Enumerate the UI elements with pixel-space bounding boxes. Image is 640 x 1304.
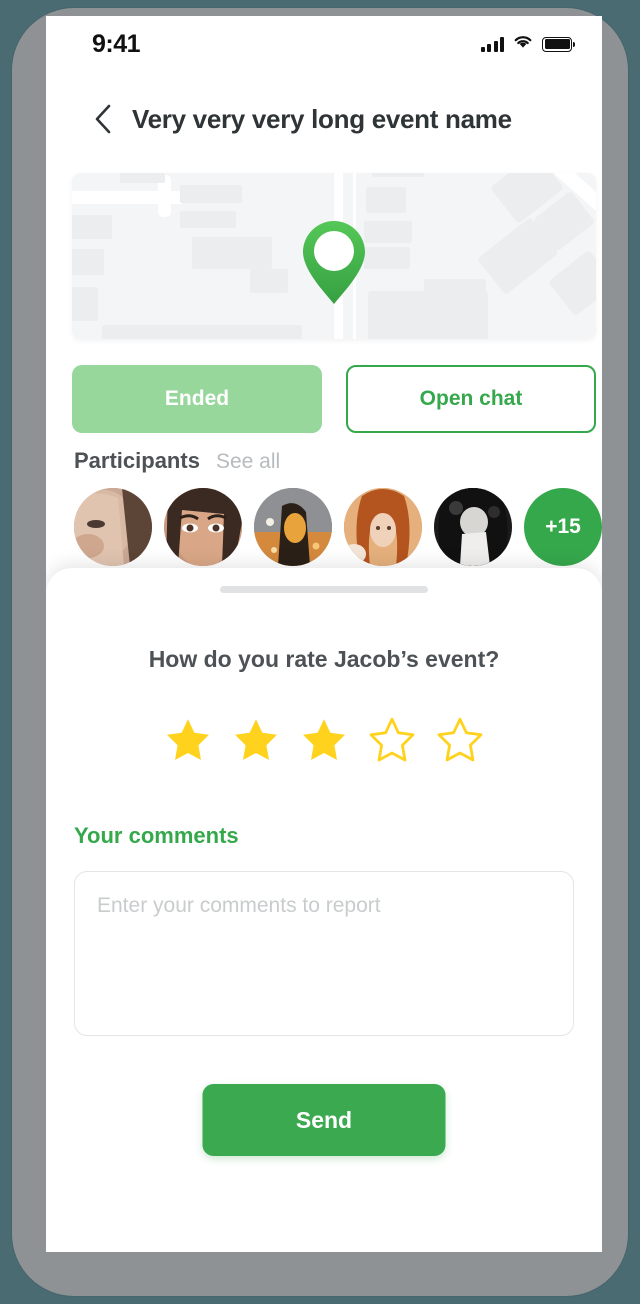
cellular-signal-icon (480, 36, 504, 52)
ended-button[interactable]: Ended (72, 365, 322, 433)
star-rating-control (46, 716, 602, 764)
event-location-map[interactable] (72, 173, 596, 339)
comments-label: Your comments (74, 823, 239, 848)
back-button[interactable] (88, 103, 118, 135)
star-icon-empty-4[interactable] (368, 716, 416, 764)
status-bar-time: 9:41 (92, 29, 141, 58)
star-icon-filled-2[interactable] (232, 716, 280, 764)
participant-avatar-4[interactable] (344, 488, 422, 566)
participant-avatar-2[interactable] (164, 488, 242, 566)
map-graphic (72, 173, 596, 339)
see-all-link[interactable]: See all (216, 450, 280, 474)
send-button[interactable]: Send (202, 1084, 446, 1156)
rating-question: How do you rate Jacob’s event? (148, 646, 500, 672)
status-bar: 9:41 (46, 16, 602, 72)
star-icon-empty-5[interactable] (436, 716, 484, 764)
battery-full-icon (542, 36, 575, 52)
star-icon-filled-1[interactable] (164, 716, 212, 764)
phone-frame: 9:41 Very very very long event name Ende… (12, 8, 628, 1296)
participants-title: Participants (74, 448, 200, 473)
phone-screen: 9:41 Very very very long event name Ende… (46, 16, 602, 1252)
page-title: Very very very long event name (132, 103, 512, 134)
status-bar-icons (480, 34, 575, 54)
drag-handle[interactable] (220, 586, 428, 593)
star-icon-filled-3[interactable] (300, 716, 348, 764)
wifi-icon (513, 34, 533, 54)
participant-avatar-1[interactable] (74, 488, 152, 566)
rating-bottom-sheet: How do you rate Jacob’s event? Your comm… (46, 568, 602, 1252)
participant-avatar-5[interactable] (434, 488, 512, 566)
event-action-row: Ended Open chat (72, 365, 596, 433)
comments-input[interactable] (74, 871, 574, 1036)
participant-avatar-3[interactable] (254, 488, 332, 566)
participants-more-count[interactable]: +15 (524, 488, 602, 566)
participants-header: Participants See all (74, 448, 280, 474)
chevron-left-icon (95, 104, 111, 134)
page-header: Very very very long event name (46, 90, 602, 148)
open-chat-button[interactable]: Open chat (346, 365, 596, 433)
